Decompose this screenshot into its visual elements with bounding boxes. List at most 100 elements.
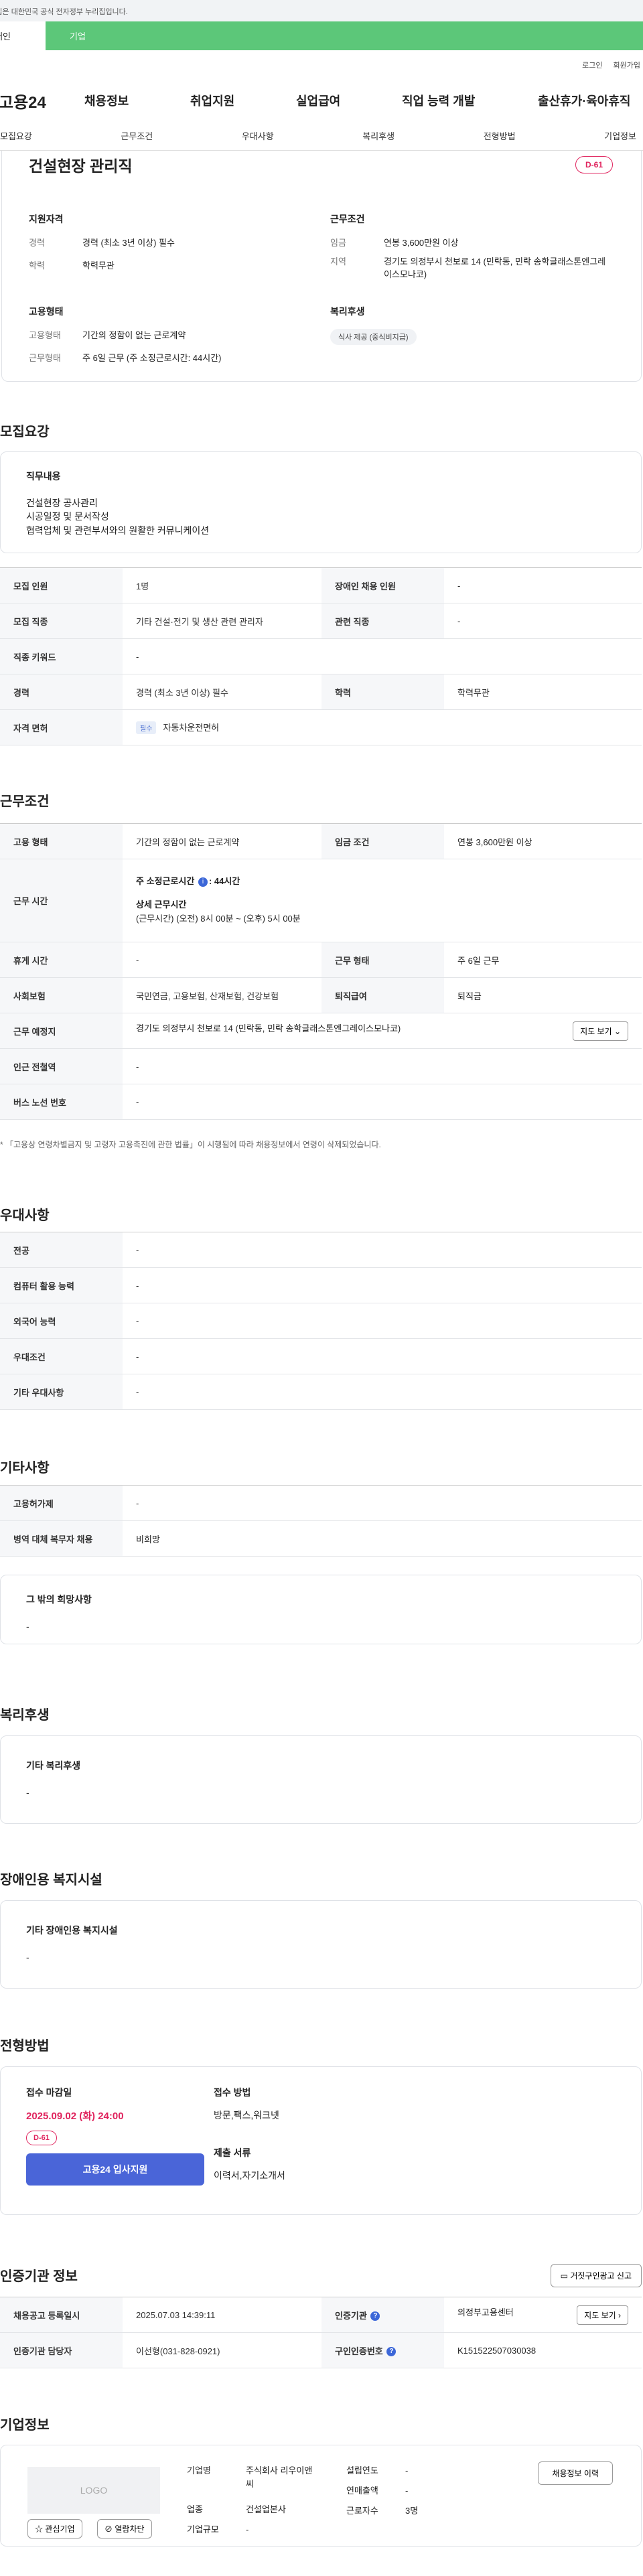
place-label: 근무 예정지 <box>0 1013 123 1049</box>
benefit-heading: 기타 복리후생 <box>26 1760 81 1771</box>
industry-label: 업종 <box>187 2504 203 2514</box>
form-label: 근무 형태 <box>322 942 444 978</box>
anchor-tab-recruit[interactable]: 모집요강 <box>0 129 32 142</box>
pref-table: 전공 - 컴퓨터 활용 능력 - 외국어 능력 - 우대조건 - 기타 우대사항 - <box>0 1232 642 1410</box>
apply-button[interactable]: 고용24 입사지원 <box>26 2153 204 2186</box>
benefit-section-title: 복리후생 <box>0 1708 50 1723</box>
pref-value: - <box>123 1303 642 1339</box>
pref-label: 전공 <box>0 1232 123 1268</box>
anchor-tab-benefit[interactable]: 복리후생 <box>362 129 395 142</box>
table-row: 직종 키워드 - <box>0 638 642 674</box>
gnb-item-employment-support[interactable]: 취업지원 <box>190 92 296 109</box>
hours-line3: (근무시간) (오전) 8시 00분 ~ (오후) 5시 00분 <box>136 913 301 924</box>
reg-label: 채용공고 등록일시 <box>0 2297 123 2333</box>
table-row: 모집 직종 기타 건설·전기 및 생산 관련 관리자 관련 직종 - <box>0 603 642 639</box>
info-icon[interactable]: i <box>198 877 208 887</box>
license-label: 자격 면허 <box>0 709 123 745</box>
company-info-col2: 설립연도 - 연매출액 - 근로자수 3명 <box>346 2464 418 2518</box>
map-button[interactable]: 지도 보기 ⌄ <box>573 1021 628 1041</box>
info-icon[interactable]: ? <box>386 2347 397 2357</box>
tab-business[interactable]: 기업 <box>46 21 643 50</box>
favorite-company-button[interactable]: ☆ 관심기업 <box>27 2519 82 2538</box>
cond-label: 지역 <box>330 256 346 267</box>
benefit-value: - <box>26 1787 29 1798</box>
work-table: 고용 형태 기간의 정함이 없는 근로계약 임금 조건 연봉 3,600만원 이… <box>0 823 642 1120</box>
license-value: 자동차운전면허 <box>163 723 220 733</box>
cert-section-title: 인증기관 정보 <box>0 2269 78 2284</box>
anchor-tab-process[interactable]: 전형방법 <box>484 129 516 142</box>
deadline-block: 접수 마감일 2025.09.02 (화) 24:00 D-61 고용24 입사… <box>26 2086 207 2186</box>
career-label: 경력 <box>0 674 123 710</box>
pref-value: - <box>123 1374 642 1410</box>
cert-table: 채용공고 등록일시 2025.07.03 14:39:11 인증기관 ? 의정부… <box>0 2297 642 2368</box>
insurance-label: 사회보험 <box>0 977 123 1013</box>
place-value: 경기도 의정부시 천보로 14 (민락동, 민락 송학글래스톤엔그레이스모나코) <box>136 1023 401 1033</box>
cert-map-button[interactable]: 지도 보기 › <box>577 2305 628 2325</box>
signup-link[interactable]: 회원가입 <box>614 60 640 70</box>
size-label: 기업규모 <box>187 2524 219 2534</box>
hours-line2: 상세 근무시간 <box>136 900 187 910</box>
site-logo[interactable]: 고용24 <box>0 89 84 113</box>
table-row: 컴퓨터 활용 능력 - <box>0 1267 642 1303</box>
table-row: 우대조건 - <box>0 1338 642 1374</box>
block-view-button[interactable]: ⊘ 열람차단 <box>97 2519 152 2538</box>
cond-block: 근무조건 임금 연봉 3,600만원 이상 지역 경기도 의정부시 천보로 14 (… <box>330 212 618 291</box>
gnb-item-unemployment-benefit[interactable]: 실업급여 <box>296 92 402 109</box>
edu-value: 학력무관 <box>444 674 642 710</box>
qual-label: 경력 <box>29 238 45 248</box>
anchor-tab-pref[interactable]: 우대사항 <box>242 129 274 142</box>
emp-type-label: 고용 형태 <box>0 823 123 859</box>
bus-value: - <box>123 1084 642 1120</box>
report-icon: ▭ <box>560 2271 568 2281</box>
deadline-heading: 접수 마감일 <box>26 2087 72 2098</box>
info-icon[interactable]: ? <box>370 2311 380 2321</box>
table-row: 휴게 시간 - 근무 형태 주 6일 근무 <box>0 942 642 978</box>
gnb-item-skills[interactable]: 직업 능력 개발 <box>402 92 538 109</box>
cert-num-value: K151522507030038 <box>444 2332 642 2368</box>
login-link[interactable]: 로그인 <box>582 60 602 70</box>
pref-value: - <box>123 1267 642 1303</box>
tab-person[interactable]: 개인 <box>0 21 46 50</box>
company-box: LOGO ☆ 관심기업 ⊘ 열람차단 기업명 주식회사 리우이앤씨 업종 건설업본사… <box>0 2445 642 2547</box>
gnb-item-leave[interactable]: 출산휴가·육아휴직 <box>538 92 630 109</box>
name-label: 기업명 <box>187 2465 211 2476</box>
facility-section-title: 장애인용 복지시설 <box>0 1873 102 1887</box>
gnb-item-jobs[interactable]: 채용정보 <box>84 92 190 109</box>
table-row: 자격 면허 필수 자동차운전면허 <box>0 709 642 745</box>
table-row: 사회보험 국민연금, 고용보험, 산재보험, 건강보험 퇴직급여 퇴직금 <box>0 977 642 1013</box>
dday-badge: D-61 <box>26 2131 57 2145</box>
table-row: 경력 경력 (최소 3년 이상) 필수 학력 학력무관 <box>0 674 642 710</box>
emp-label: 근무형태 <box>29 352 61 363</box>
deadline-value: 2025.09.02 (화) 24:00 <box>26 2110 124 2122</box>
anchor-tab-company[interactable]: 기업정보 <box>604 129 636 142</box>
job-type-label: 모집 직종 <box>0 603 123 639</box>
keyword-label: 직종 키워드 <box>0 638 123 674</box>
etc-table: 고용허가제 - 병역 대체 복무자 채용 비희망 <box>0 1485 642 1557</box>
hours-line1-value: : 44시간 <box>208 876 240 887</box>
emp-value: 기간의 정함이 없는 근로계약 <box>82 330 186 340</box>
pref-value: - <box>123 1338 642 1374</box>
chevron-down-icon: ⌄ <box>614 1026 621 1036</box>
chevron-right-icon: › <box>618 2310 621 2320</box>
hours-cell: 주 소정근로시간 i: 44시간 상세 근무시간 (근무시간) (오전) 8시 … <box>123 859 642 942</box>
edu-label: 학력 <box>322 674 444 710</box>
break-value: - <box>123 942 322 978</box>
pref-value: - <box>123 1232 642 1268</box>
hiring-history-button[interactable]: 채용정보 이력 <box>538 2461 613 2485</box>
org-value: 의정부고용센터 <box>457 2307 514 2317</box>
global-nav: 고용24 채용정보 취업지원 실업급여 직업 능력 개발 출산휴가·육아휴직 <box>0 80 643 121</box>
user-type-tabs: 개인 기업 <box>0 21 643 50</box>
emp-heading: 고용형태 <box>29 306 64 317</box>
form-value: 주 6일 근무 <box>444 942 642 978</box>
anchor-tab-work[interactable]: 근무조건 <box>121 129 153 142</box>
table-row: 병역 대체 복무자 채용 비희망 <box>0 1520 642 1557</box>
headcount-label: 모집 인원 <box>0 567 123 603</box>
job-detail-page: 이 누리집은 대한민국 공식 전자정부 누리집입니다. 개인 기업 로그인 회원… <box>0 0 643 2576</box>
subway-label: 인근 전철역 <box>0 1048 123 1084</box>
wage-label: 임금 조건 <box>322 823 444 859</box>
report-fake-ad-button[interactable]: ▭ 거짓구인광고 신고 <box>550 2264 642 2287</box>
table-row: 모집 인원 1명 장애인 채용 인원 - <box>0 567 642 603</box>
severance-label: 퇴직급여 <box>322 977 444 1013</box>
age-note: * 「고용상 연령차별금지 및 고령자 고용촉진에 관한 법률」이 시행됨에 따… <box>0 1140 381 1149</box>
other-wish-value: - <box>26 1621 29 1632</box>
